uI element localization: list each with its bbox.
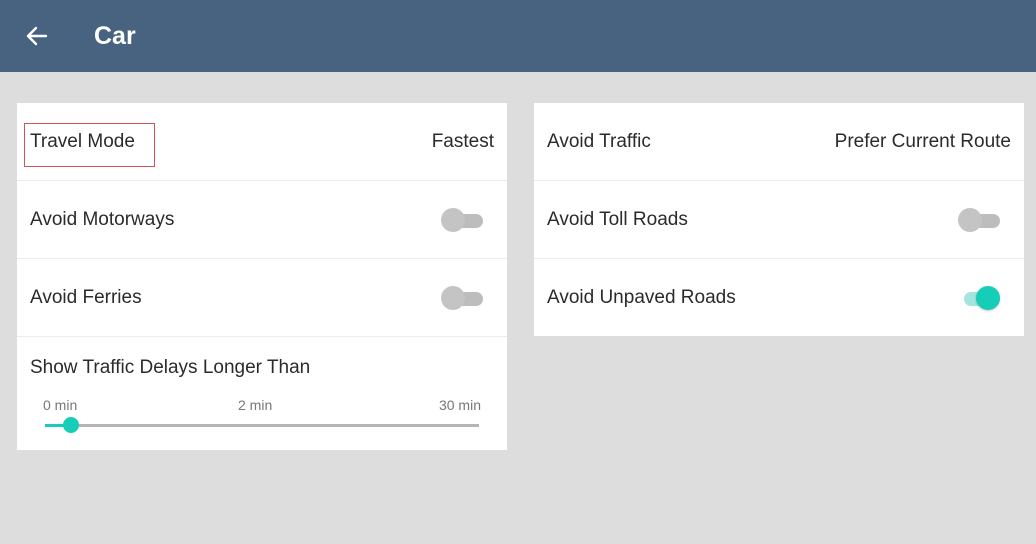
avoid-traffic-label: Avoid Traffic bbox=[547, 131, 651, 152]
tick-label-min: 0 min bbox=[43, 397, 78, 413]
left-settings-card: Travel Mode Fastest Avoid Motorways Avoi… bbox=[17, 103, 507, 450]
toggle-thumb bbox=[958, 208, 982, 232]
toggle-thumb bbox=[976, 286, 1000, 310]
toggle-thumb bbox=[441, 208, 465, 232]
avoid-motorways-label: Avoid Motorways bbox=[30, 209, 175, 230]
travel-mode-label: Travel Mode bbox=[30, 131, 135, 152]
setting-avoid-toll-roads: Avoid Toll Roads bbox=[534, 181, 1024, 259]
setting-avoid-traffic[interactable]: Avoid Traffic Prefer Current Route bbox=[534, 103, 1024, 181]
setting-avoid-unpaved-roads: Avoid Unpaved Roads bbox=[534, 259, 1024, 337]
right-settings-card: Avoid Traffic Prefer Current Route Avoid… bbox=[534, 103, 1024, 336]
avoid-ferries-toggle[interactable] bbox=[441, 286, 483, 310]
avoid-motorways-toggle[interactable] bbox=[441, 208, 483, 232]
back-button[interactable] bbox=[22, 22, 52, 50]
tick-label-mid: 2 min bbox=[238, 397, 273, 413]
arrow-left-icon bbox=[26, 26, 48, 46]
avoid-ferries-label: Avoid Ferries bbox=[30, 287, 142, 308]
avoid-unpaved-roads-toggle[interactable] bbox=[958, 286, 1000, 310]
slider-thumb[interactable] bbox=[63, 417, 80, 433]
setting-avoid-ferries: Avoid Ferries bbox=[17, 259, 507, 337]
tick-label-max: 30 min bbox=[438, 397, 481, 413]
traffic-delay-label: Show Traffic Delays Longer Than bbox=[30, 357, 311, 378]
app-bar: Car bbox=[0, 0, 1036, 72]
toggle-thumb bbox=[441, 286, 465, 310]
avoid-traffic-value: Prefer Current Route bbox=[834, 131, 1011, 152]
page-title: Car bbox=[94, 22, 136, 50]
setting-traffic-delay: Show Traffic Delays Longer Than 0 min 2 … bbox=[17, 337, 507, 450]
avoid-unpaved-roads-label: Avoid Unpaved Roads bbox=[547, 287, 736, 308]
avoid-toll-roads-label: Avoid Toll Roads bbox=[547, 209, 688, 230]
avoid-toll-roads-toggle[interactable] bbox=[958, 208, 1000, 232]
setting-avoid-motorways: Avoid Motorways bbox=[17, 181, 507, 259]
traffic-delay-slider[interactable] bbox=[45, 417, 479, 433]
travel-mode-value: Fastest bbox=[431, 131, 494, 152]
setting-travel-mode[interactable]: Travel Mode Fastest bbox=[17, 103, 507, 181]
